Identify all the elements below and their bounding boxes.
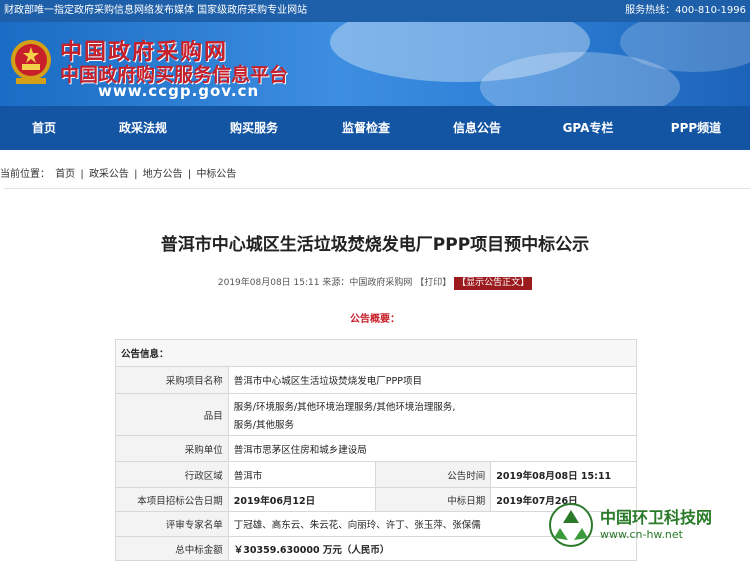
nav-item-announcements[interactable]: 信息公告 xyxy=(422,106,532,150)
breadcrumb-item-award[interactable]: 中标公告 xyxy=(196,169,236,180)
project-name-label: 采购项目名称 xyxy=(115,366,229,394)
watermark-url: www.cn-hw.net xyxy=(600,528,683,541)
breadcrumb: 当前位置： 首页 | 政采公告 | 地方公告 | 中标公告 xyxy=(0,165,238,180)
watermark-site-name: 中国环卫科技网 xyxy=(600,508,713,527)
article-meta: 2019年08月08日 15:11 来源：中国政府采购网 【打印】 【显示公告正… xyxy=(0,275,750,290)
table-row: 行政区域 普洱市 公告时间 2019年08月08日 15:11 xyxy=(115,461,637,488)
site-url[interactable]: www.ccgp.gov.cn xyxy=(98,82,259,100)
info-section-label: 公告信息： xyxy=(115,339,637,367)
table-row: 采购单位 普洱市思茅区住房和城乡建设局 xyxy=(115,435,638,462)
breadcrumb-separator: | xyxy=(80,169,84,180)
nav-item-ppp[interactable]: PPP频道 xyxy=(644,106,748,150)
category-line: 服务/环境服务/其他环境治理服务/其他环境治理服务, xyxy=(233,401,456,413)
table-row: 品目 服务/环境服务/其他环境治理服务/其他环境治理服务, 服务/其他服务 xyxy=(115,393,638,436)
award-date-label: 中标日期 xyxy=(375,487,492,512)
summary-heading: 公告概要： xyxy=(350,314,400,325)
service-hotline: 服务热线：400-810-1996 xyxy=(625,5,746,16)
nav-item-regulations[interactable]: 政采法规 xyxy=(88,106,198,150)
category-line: 服务/其他服务 xyxy=(233,419,294,431)
publish-info: 2019年08月08日 15:11 来源：中国政府采购网 【打印】 xyxy=(217,278,452,288)
breadcrumb-item-local[interactable]: 地方公告 xyxy=(143,169,183,180)
breadcrumb-prefix: 当前位置： xyxy=(0,169,50,180)
bid-date-label: 本项目招标公告日期 xyxy=(115,487,229,512)
national-emblem-logo[interactable] xyxy=(8,36,54,86)
nav-item-supervision[interactable]: 监督检查 xyxy=(310,106,422,150)
category-value: 服务/环境服务/其他环境治理服务/其他环境治理服务, 服务/其他服务 xyxy=(227,393,638,436)
site-slogan: 财政部唯一指定政府采购信息网络发布媒体 国家级政府采购专业网站 xyxy=(4,5,308,16)
amount-label: 总中标金额 xyxy=(115,536,229,561)
project-name-value: 普洱市中心城区生活垃圾焚烧发电厂PPP项目 xyxy=(227,366,638,394)
page-title: 普洱市中心城区生活垃圾焚烧发电厂PPP项目预中标公示 xyxy=(160,235,590,255)
publish-time-value: 2019年08月08日 15:11 xyxy=(490,461,637,488)
breadcrumb-separator: | xyxy=(187,169,192,180)
top-info-bar: 财政部唯一指定政府采购信息网络发布媒体 国家级政府采购专业网站 服务热线：400… xyxy=(0,0,750,22)
nav-item-home[interactable]: 首页 xyxy=(0,106,88,150)
nav-item-gpa[interactable]: GPA专栏 xyxy=(532,106,644,150)
site-banner: 中国政府采购网 中国政府购买服务信息平台 www.ccgp.gov.cn xyxy=(0,22,750,106)
recycle-icon xyxy=(549,503,593,547)
purchaser-value: 普洱市思茅区住房和城乡建设局 xyxy=(227,435,638,462)
breadcrumb-separator: | xyxy=(134,169,138,180)
category-label: 品目 xyxy=(115,393,229,436)
purchaser-label: 采购单位 xyxy=(115,435,229,462)
bid-date-value: 2019年06月12日 xyxy=(227,487,377,512)
show-body-button[interactable]: 【显示公告正文】 xyxy=(454,277,533,290)
main-nav: 首页 政采法规 购买服务 监督检查 信息公告 GPA专栏 PPP频道 xyxy=(0,106,750,150)
experts-label: 评审专家名单 xyxy=(115,511,229,537)
table-row: 采购项目名称 普洱市中心城区生活垃圾焚烧发电厂PPP项目 xyxy=(115,366,638,394)
table-row: 公告信息： xyxy=(115,339,637,367)
region-label: 行政区域 xyxy=(115,461,229,488)
nav-item-purchase-services[interactable]: 购买服务 xyxy=(198,106,310,150)
publish-time-label: 公告时间 xyxy=(375,461,492,488)
breadcrumb-item-procurement[interactable]: 政采公告 xyxy=(89,169,129,180)
watermark: 中国环卫科技网 www.cn-hw.net xyxy=(548,496,748,562)
breadcrumb-item-home[interactable]: 首页 xyxy=(55,169,75,180)
region-value: 普洱市 xyxy=(227,461,377,488)
